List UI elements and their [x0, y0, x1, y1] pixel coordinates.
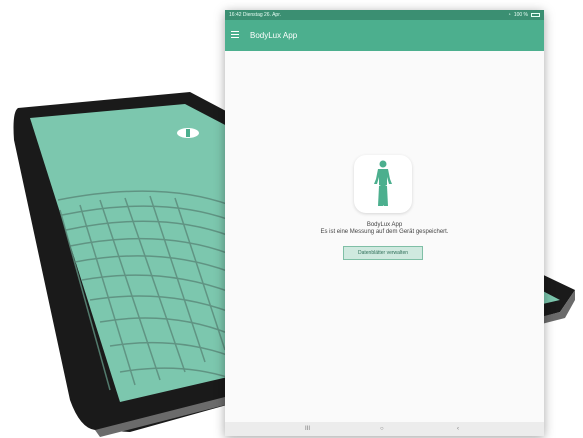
hamburger-menu-icon[interactable] — [231, 31, 239, 39]
main-content: BodyLux App Es ist eine Messung auf dem … — [225, 51, 544, 422]
measurement-status-text: Es ist eine Messung auf dem Gerät gespei… — [320, 229, 449, 235]
person-silhouette-icon — [374, 160, 392, 206]
recents-button[interactable]: III — [305, 422, 310, 436]
navigation-bar: III ○ ‹ — [225, 422, 544, 436]
status-time-date: 16:42 Dienstag 26. Apr. — [229, 12, 281, 18]
app-title: BodyLux App — [250, 31, 298, 40]
app-bar: BodyLux App — [225, 20, 544, 51]
status-indicators: ◔ 100 % — [508, 10, 540, 20]
status-bar: 16:42 Dienstag 26. Apr. ◔ 100 % — [225, 10, 544, 20]
app-name-label: BodyLux App — [366, 222, 403, 228]
battery-icon — [531, 13, 540, 17]
wifi-icon: ◔ — [507, 12, 511, 18]
tablet-app-screen: 16:42 Dienstag 26. Apr. ◔ 100 % BodyLux … — [225, 10, 544, 436]
manage-datasheets-button[interactable]: Datenblätter verwalten — [343, 246, 423, 260]
home-button[interactable]: ○ — [380, 422, 384, 436]
battery-percent: 100 % — [513, 12, 528, 18]
app-logo — [354, 155, 412, 213]
back-button[interactable]: ‹ — [457, 422, 459, 436]
